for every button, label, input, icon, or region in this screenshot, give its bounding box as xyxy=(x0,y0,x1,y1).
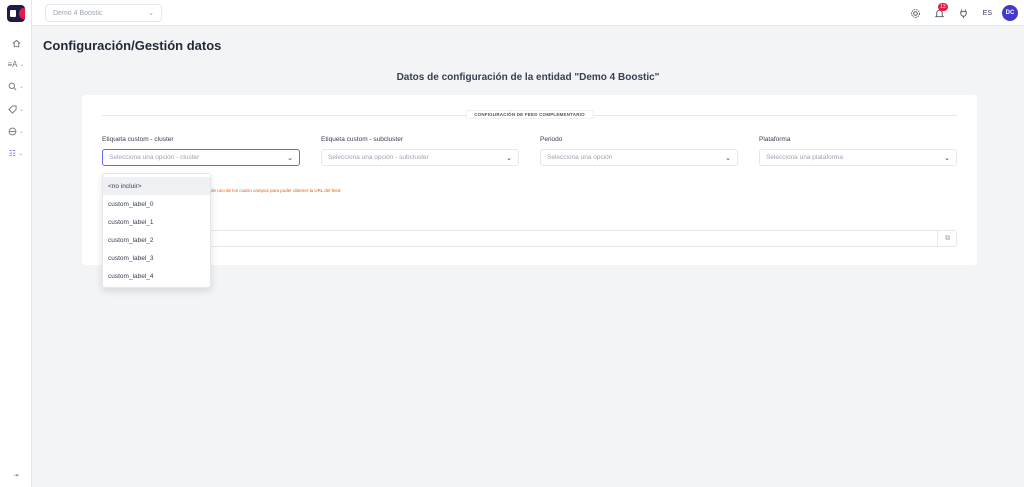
section-label: CONFIGURACIÓN DE FEED COMPLEMENTARIO xyxy=(465,110,594,119)
warning-note: de uno de los cuatro campos para poder o… xyxy=(211,188,342,193)
language-selector[interactable]: ES xyxy=(983,10,992,17)
filters-icon[interactable]: ☷ ⌄ xyxy=(0,146,32,160)
field-subcluster: Etiqueta custom - subcluster Selecciona … xyxy=(321,136,519,166)
config-card: CONFIGURACIÓN DE FEED COMPLEMENTARIO Eti… xyxy=(82,95,977,265)
periodo-select[interactable]: Selecciona una opción ⌄ xyxy=(540,149,738,166)
sort-icon[interactable]: ≡A ⌄ xyxy=(0,57,32,71)
gauge-icon[interactable]: ⌄ xyxy=(0,124,32,138)
dropdown-option[interactable]: custom_label_0 xyxy=(103,195,210,213)
chevron-down-icon: ⌄ xyxy=(287,154,293,162)
dropdown-option[interactable]: custom_label_2 xyxy=(103,231,210,249)
sidebar: ≡A ⌄ ⌄ ⌄ ⌄ ☷ ⌄ ⇥ xyxy=(0,0,32,487)
topbar: Demo 4 Boostic ⌄ 13 ES DC xyxy=(32,0,1024,26)
collapse-sidebar-icon[interactable]: ⇥ xyxy=(0,472,32,479)
chevron-down-icon: ⌄ xyxy=(944,154,950,162)
notifications-button[interactable]: 13 xyxy=(929,2,951,24)
subcluster-select[interactable]: Selecciona una opción - subcluster ⌄ xyxy=(321,149,519,166)
dropdown-option[interactable]: custom_label_3 xyxy=(103,249,210,267)
field-label: Plataforma xyxy=(759,136,791,143)
entity-select[interactable]: Demo 4 Boostic ⌄ xyxy=(45,4,162,22)
field-label: Periodo xyxy=(540,136,563,143)
field-label: Etiqueta custom - cluster xyxy=(102,136,174,143)
select-placeholder: Selecciona una plataforma xyxy=(766,154,843,161)
dropdown-option[interactable]: custom_label_1 xyxy=(103,213,210,231)
chevron-down-icon: ⌄ xyxy=(18,150,24,157)
notification-count-badge: 13 xyxy=(938,3,948,11)
select-placeholder: Selecciona una opción - subcluster xyxy=(328,154,429,161)
chevron-down-icon: ⌄ xyxy=(506,154,512,162)
chevron-down-icon: ⌄ xyxy=(19,61,25,68)
entity-select-value: Demo 4 Boostic xyxy=(53,9,103,17)
select-placeholder: Selecciona una opción xyxy=(547,154,613,161)
field-plataforma: Plataforma Selecciona una plataforma ⌄ xyxy=(759,136,957,166)
cluster-select[interactable]: Selecciona una opción - cluster ⌄ xyxy=(102,149,300,166)
chevron-down-icon: ⌄ xyxy=(148,10,154,17)
plug-icon[interactable] xyxy=(953,2,975,24)
feed-url-field[interactable] xyxy=(102,230,957,247)
chevron-down-icon: ⌄ xyxy=(18,128,25,135)
settings-icon[interactable] xyxy=(905,2,927,24)
app-logo[interactable] xyxy=(7,5,25,22)
field-label: Etiqueta custom - subcluster xyxy=(321,136,404,143)
dropdown-option[interactable]: <no incluir> xyxy=(103,177,210,195)
plataforma-select[interactable]: Selecciona una plataforma ⌄ xyxy=(759,149,957,166)
chevron-down-icon: ⌄ xyxy=(725,154,731,162)
cluster-dropdown-menu: <no incluir> custom_label_0 custom_label… xyxy=(102,173,211,288)
page-subtitle: Datos de configuración de la entidad "De… xyxy=(396,72,660,83)
avatar[interactable]: DC xyxy=(1002,5,1018,21)
topbar-actions: 13 ES DC xyxy=(903,0,1024,26)
tag-icon[interactable]: ⌄ xyxy=(0,102,32,116)
dropdown-option[interactable]: custom_label_4 xyxy=(103,267,210,285)
copy-icon[interactable]: ⧉ xyxy=(937,230,957,247)
home-icon[interactable] xyxy=(0,36,32,50)
page-title: Configuración/Gestión datos xyxy=(43,38,222,53)
search-icon[interactable]: ⌄ xyxy=(0,79,32,93)
chevron-down-icon: ⌄ xyxy=(18,106,25,113)
field-cluster: Etiqueta custom - cluster Selecciona una… xyxy=(102,136,300,166)
field-periodo: Periodo Selecciona una opción ⌄ xyxy=(540,136,738,166)
chevron-down-icon: ⌄ xyxy=(18,83,25,90)
select-placeholder: Selecciona una opción - cluster xyxy=(109,154,200,161)
